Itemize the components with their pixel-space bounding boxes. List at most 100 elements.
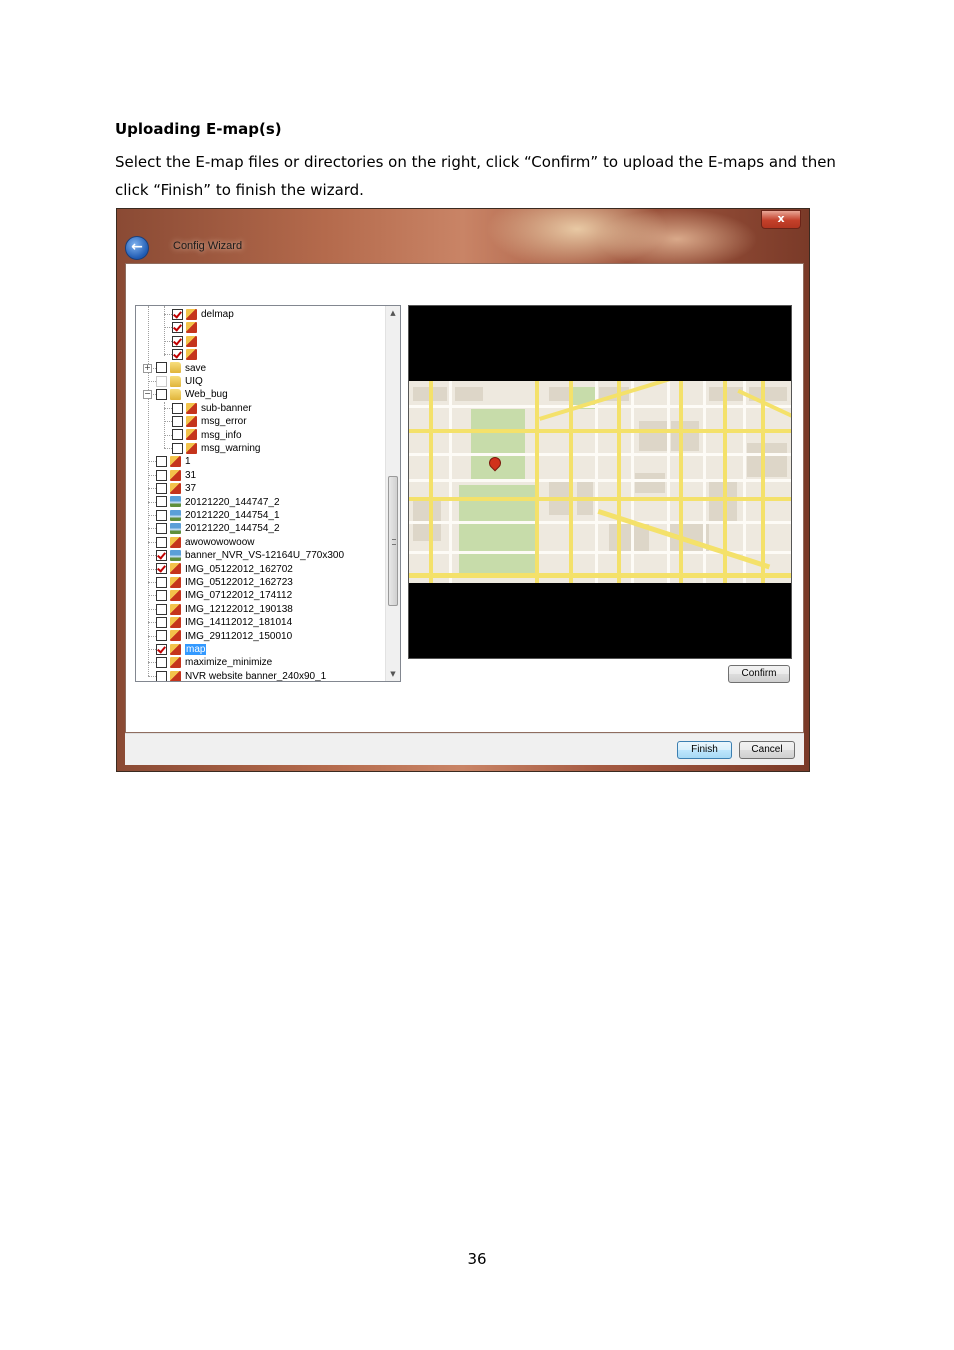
tree-item[interactable]: NVR website banner_240x90_1	[156, 670, 326, 681]
tree-connector	[164, 354, 172, 356]
folder-icon	[170, 375, 181, 387]
tree-item[interactable]: IMG_07122012_174112	[156, 589, 292, 602]
tree-item[interactable]	[172, 335, 201, 348]
back-arrow-icon[interactable]: ←	[125, 236, 149, 260]
tree-item[interactable]: IMG_14112012_181014	[156, 616, 292, 629]
tree-item-label: IMG_14112012_181014	[185, 617, 293, 629]
tree-item-checkbox[interactable]	[156, 643, 167, 655]
tree-item-checkbox[interactable]	[156, 362, 167, 374]
tree-item[interactable]: 1	[156, 455, 191, 468]
tree-connector	[164, 434, 172, 436]
tree-connector	[148, 381, 156, 382]
tree-item[interactable]: delmap	[172, 308, 234, 321]
tree-item-checkbox[interactable]	[172, 335, 183, 347]
tree-item-label: IMG_12122012_190138	[185, 603, 293, 615]
tree-item[interactable]	[172, 348, 201, 361]
tree-item[interactable]: banner_NVR_VS-12164U_770x300	[156, 549, 344, 562]
tree-item-label: 1	[185, 456, 191, 468]
tree-connector	[164, 327, 172, 329]
tree-item-checkbox[interactable]	[156, 496, 167, 508]
tree-connector	[148, 488, 156, 490]
tree-item-checkbox[interactable]	[156, 536, 167, 548]
tree-item[interactable]: IMG_05122012_162723	[156, 576, 293, 589]
tree-connector	[148, 608, 156, 610]
tree-connector	[148, 501, 156, 503]
tree-item-checkbox[interactable]	[156, 456, 167, 468]
tree-connector	[148, 582, 156, 583]
tree-item-checkbox[interactable]	[172, 402, 183, 414]
tree-item[interactable]: sub-banner	[172, 402, 252, 415]
tree-item[interactable]: IMG_12122012_190138	[156, 603, 293, 616]
expand-icon[interactable]: +	[143, 363, 152, 373]
tree-item-checkbox[interactable]	[156, 630, 167, 642]
tree-item-checkbox[interactable]	[172, 429, 183, 441]
tree-item-checkbox[interactable]	[172, 308, 183, 320]
tree-item-label: sub-banner	[201, 402, 252, 414]
image-file-icon	[170, 643, 181, 655]
tree-item[interactable]: 37	[156, 482, 196, 495]
tree-item-checkbox[interactable]	[156, 483, 167, 495]
tree-item-checkbox[interactable]	[172, 349, 183, 361]
collapse-icon[interactable]: −	[143, 390, 152, 400]
close-button[interactable]: x	[761, 210, 801, 229]
finish-button[interactable]: Finish	[677, 741, 732, 759]
tree-scrollbar[interactable]: ▲ ▼	[385, 306, 400, 681]
tree-item-checkbox[interactable]	[156, 576, 167, 588]
tree-item-label: banner_NVR_VS-12164U_770x300	[185, 550, 345, 562]
page-number: 36	[467, 1250, 487, 1268]
tree-item[interactable]: UIQ	[156, 375, 203, 388]
tree-item[interactable]: msg_info	[172, 429, 242, 442]
tree-item-checkbox[interactable]	[156, 523, 167, 535]
tree-item[interactable]: awowowowoow	[156, 536, 254, 549]
tree-item[interactable]: msg_error	[172, 415, 247, 428]
tree-item[interactable]: IMG_05122012_162702	[156, 563, 293, 576]
tree-item-checkbox[interactable]	[156, 469, 167, 481]
file-tree[interactable]: delmap + save UIQ − Web_bug sub-banner msg_erro…	[135, 305, 401, 682]
tree-item-checkbox[interactable]	[172, 416, 183, 428]
tree-item[interactable]: IMG_29112012_150010	[156, 630, 292, 643]
tree-connector	[148, 622, 156, 624]
tree-connector	[148, 461, 156, 463]
tree-item-checkbox[interactable]	[156, 509, 167, 521]
photo-file-icon	[170, 496, 181, 508]
tree-item-checkbox[interactable]	[172, 442, 183, 454]
confirm-button[interactable]: Confirm	[728, 665, 790, 683]
tree-item-label: IMG_05122012_162723	[185, 577, 293, 588]
tree-item[interactable]: msg_warning	[172, 442, 260, 455]
tree-connector	[164, 407, 172, 409]
tree-connector	[148, 595, 156, 597]
tree-guide-line	[148, 306, 149, 676]
tree-item[interactable]: Web_bug	[156, 388, 228, 401]
scrollbar-thumb[interactable]	[388, 476, 398, 606]
tree-item-checkbox[interactable]	[156, 670, 167, 681]
tree-item-checkbox[interactable]	[156, 389, 167, 401]
tree-connector	[164, 448, 172, 449]
tree-item[interactable]: map	[156, 643, 207, 656]
tree-item-checkbox[interactable]	[156, 657, 167, 669]
tree-item[interactable]: 20121220_144754_2	[156, 522, 280, 535]
tree-item[interactable]: 20121220_144747_2	[156, 496, 280, 509]
tree-item[interactable]: 31	[156, 469, 196, 482]
tree-item-checkbox[interactable]	[156, 550, 167, 562]
config-wizard-window: x ← Config Wizard delmap + save UIQ − Web_bug…	[116, 208, 810, 772]
image-file-icon	[186, 429, 197, 441]
tree-item[interactable]: 20121220_144754_1	[156, 509, 280, 522]
tree-item[interactable]: maximize_minimize	[156, 656, 272, 669]
cancel-button[interactable]: Cancel	[739, 741, 795, 759]
tree-item-checkbox[interactable]	[156, 375, 167, 387]
tree-item-checkbox[interactable]	[156, 603, 167, 615]
image-file-icon	[186, 308, 197, 320]
tree-item-checkbox[interactable]	[156, 590, 167, 602]
image-file-icon	[186, 322, 197, 334]
scroll-down-arrow-icon[interactable]: ▼	[386, 667, 400, 681]
tree-item-label: awowowowoow	[185, 536, 255, 548]
tree-item[interactable]	[172, 321, 201, 334]
image-file-icon	[186, 349, 197, 361]
tree-item-label: msg_warning	[201, 443, 261, 454]
tree-item-checkbox[interactable]	[156, 617, 167, 629]
tree-item-checkbox[interactable]	[172, 322, 183, 334]
tree-item-checkbox[interactable]	[156, 563, 167, 575]
tree-item-label: 37	[185, 483, 197, 495]
tree-item[interactable]: save	[156, 362, 206, 375]
scroll-up-arrow-icon[interactable]: ▲	[386, 306, 400, 320]
